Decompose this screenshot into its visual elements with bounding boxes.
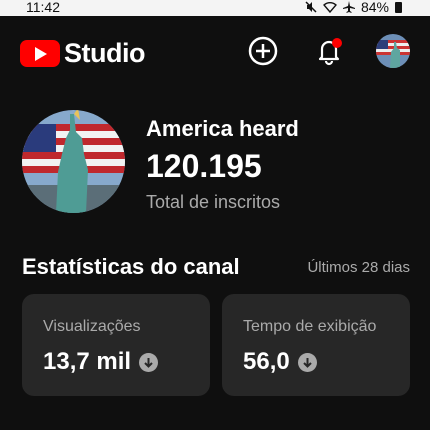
channel-avatar[interactable]	[22, 110, 125, 213]
stat-card-watch-time[interactable]: Tempo de exibição 56,0	[222, 294, 410, 396]
studio-logo[interactable]: Studio	[20, 38, 145, 69]
notification-dot	[332, 38, 342, 48]
stat-value: 56,0	[243, 348, 290, 375]
wifi-icon	[322, 1, 337, 13]
channel-header: America heard 120.195 Total de inscritos	[22, 110, 412, 214]
bell-icon	[318, 38, 342, 66]
channel-name: America heard	[146, 116, 299, 141]
stat-value-row: 13,7 mil	[43, 348, 159, 376]
battery-icon	[395, 1, 402, 13]
mute-icon	[305, 1, 317, 13]
airplane-icon	[342, 1, 355, 13]
stat-value: 13,7 mil	[43, 348, 132, 375]
subscriber-count: 120.195	[146, 148, 262, 184]
avatar[interactable]	[376, 34, 410, 68]
logo-text: Studio	[64, 38, 145, 68]
stat-label: Visualizações	[43, 318, 141, 335]
stats-title: Estatísticas do canal	[22, 254, 240, 279]
arrow-down-icon	[139, 352, 159, 372]
stat-card-views[interactable]: Visualizações 13,7 mil	[22, 294, 210, 396]
status-icons: 84%	[305, 0, 402, 14]
subscriber-label: Total de inscritos	[146, 192, 281, 212]
create-button[interactable]	[246, 34, 280, 68]
notifications-button[interactable]	[312, 34, 346, 68]
stats-period[interactable]: Últimos 28 dias	[307, 259, 410, 276]
status-time: 11:42	[26, 0, 60, 15]
arrow-down-icon	[297, 352, 317, 372]
stat-label: Tempo de exibição	[243, 318, 377, 335]
status-bar: 11:42 84%	[0, 0, 430, 16]
create-icon	[248, 36, 278, 66]
youtube-logo-icon	[20, 40, 60, 67]
app-bar: Studio	[0, 30, 430, 72]
stat-value-row: 56,0	[243, 348, 317, 376]
battery-percent: 84%	[360, 0, 389, 15]
